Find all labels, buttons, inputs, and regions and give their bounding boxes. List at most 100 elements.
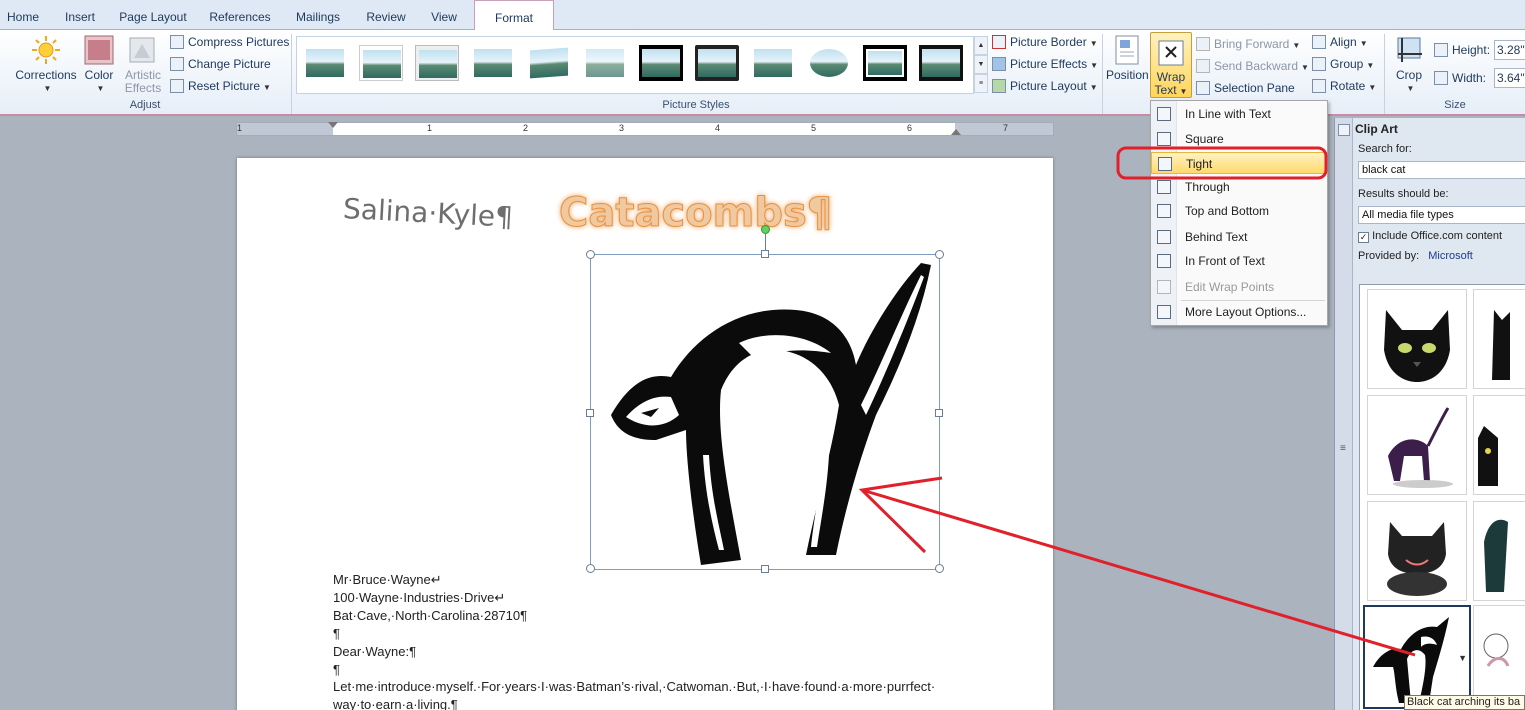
clipart-thumb-arching-cat-selected[interactable]: ▼ [1363, 605, 1471, 709]
picture-style-5[interactable] [527, 45, 571, 81]
group-divider [1102, 34, 1103, 114]
position-button[interactable]: Position [1106, 34, 1149, 82]
clipart-thumb-black-cat-sitting[interactable] [1473, 289, 1525, 389]
picture-style-9[interactable] [751, 45, 795, 81]
color-button[interactable]: Color ▼ [82, 34, 116, 95]
align-label: Align [1330, 35, 1357, 49]
clipart-thumb-purple-cat[interactable] [1367, 395, 1467, 495]
gallery-more[interactable]: ≡ [974, 74, 988, 93]
rotate-label: Rotate [1330, 79, 1366, 93]
tab-page-layout[interactable]: Page Layout [112, 0, 194, 30]
resize-handle-tl[interactable] [586, 250, 595, 259]
picture-style-3[interactable] [415, 45, 459, 81]
menu-item-in-front-of-text[interactable]: In Front of Text [1151, 250, 1327, 272]
menu-item-tight[interactable]: Tight [1151, 152, 1327, 174]
picture-layout-button[interactable]: Picture Layout ▼ [992, 76, 1098, 96]
width-input[interactable]: 3.64" [1494, 68, 1525, 88]
ruler-number: 5 [811, 123, 817, 133]
selected-picture[interactable] [586, 225, 944, 573]
artistic-effects-button[interactable]: Artistic Effects [120, 34, 166, 95]
tab-mailings[interactable]: Mailings [286, 0, 350, 30]
resize-handle-br[interactable] [935, 564, 944, 573]
resize-handle-tr[interactable] [935, 250, 944, 259]
clip-art-search-input[interactable]: black cat [1358, 161, 1525, 179]
resize-handle-tm[interactable] [761, 250, 769, 258]
selection-pane-label: Selection Pane [1214, 81, 1295, 95]
thumb-dropdown-icon[interactable]: ▼ [1458, 653, 1467, 663]
picture-style-12[interactable] [919, 45, 963, 81]
doc-line-salutation[interactable]: Dear·Wayne:¶ [333, 644, 416, 659]
menu-item-more-layout-options[interactable]: More Layout Options... [1151, 301, 1327, 323]
resize-handle-bm[interactable] [761, 565, 769, 573]
include-office-checkbox[interactable]: ✓ Include Office.com content [1358, 230, 1502, 243]
rotation-handle[interactable] [761, 225, 770, 234]
tab-insert[interactable]: Insert [52, 0, 108, 30]
color-label: Color [84, 68, 114, 82]
resize-handle-ml[interactable] [586, 409, 594, 417]
menu-item-top-and-bottom[interactable]: Top and Bottom [1151, 200, 1327, 222]
tab-view[interactable]: View [420, 0, 468, 30]
picture-style-4[interactable] [471, 45, 515, 81]
selection-pane-button[interactable]: Selection Pane [1196, 78, 1295, 98]
black-cat-picture [611, 263, 931, 565]
menu-item-in-line-with-text[interactable]: In Line with Text [1151, 103, 1327, 125]
document-page[interactable]: Salina·Kyle¶ Catacombs¶ Mr·Bruce·Wayne↵ … [237, 158, 1053, 710]
send-backward-button[interactable]: Send Backward ▼ [1196, 56, 1309, 76]
ruler-right-indent-marker[interactable] [951, 129, 961, 135]
doc-line-name[interactable]: Mr·Bruce·Wayne↵ [333, 572, 442, 588]
ruler-indent-marker[interactable] [328, 122, 338, 128]
picture-style-2[interactable] [359, 45, 403, 81]
picture-style-11[interactable] [863, 45, 907, 81]
doc-line-body[interactable]: way·to·earn·a·living.¶ [333, 697, 458, 710]
picture-effects-button[interactable]: Picture Effects ▼ [992, 54, 1098, 74]
corrections-button[interactable]: Corrections ▼ [14, 34, 78, 95]
tab-references[interactable]: References [200, 0, 280, 30]
picture-style-6[interactable] [583, 45, 627, 81]
doc-line-body[interactable]: Let·me·introduce·myself.·For·years·I·was… [333, 679, 935, 694]
picture-style-7[interactable] [639, 45, 683, 81]
doc-line-city[interactable]: Bat·Cave,·North·Carolina·28710¶ [333, 608, 527, 623]
clipart-thumb-black-cat-face[interactable] [1367, 289, 1467, 389]
crop-button[interactable]: Crop ▼ [1390, 34, 1428, 95]
doc-line-blank[interactable]: ¶ [333, 626, 340, 641]
wrap-text-button[interactable]: Wrap Text ▼ [1150, 32, 1192, 98]
menu-item-behind-text[interactable]: Behind Text [1151, 226, 1327, 248]
doc-line-blank[interactable]: ¶ [333, 662, 340, 677]
heading-salina-kyle[interactable]: Salina·Kyle¶ [342, 192, 514, 234]
menu-item-square[interactable]: Square [1151, 128, 1327, 150]
compress-pictures-button[interactable]: Compress Pictures [170, 32, 289, 52]
gallery-scroll-up[interactable]: ▲ [974, 36, 988, 55]
gallery-scroll-down[interactable]: ▼ [974, 55, 988, 74]
menu-item-through[interactable]: Through [1151, 176, 1327, 198]
pane-grip[interactable]: ≡ [1335, 118, 1353, 710]
width-field: Width: [1434, 68, 1486, 88]
provided-by-link[interactable]: Microsoft [1428, 250, 1473, 262]
picture-style-10[interactable] [807, 45, 851, 81]
align-button[interactable]: Align ▼ [1312, 32, 1368, 52]
clipart-thumb-green-cat[interactable] [1473, 501, 1525, 601]
tab-format[interactable]: Format [474, 0, 554, 31]
rotate-button[interactable]: Rotate ▼ [1312, 76, 1376, 96]
reset-picture-button[interactable]: Reset Picture ▼ [170, 76, 271, 96]
group-button[interactable]: Group ▼ [1312, 54, 1374, 74]
change-picture-button[interactable]: Change Picture [170, 54, 271, 74]
horizontal-ruler[interactable]: 1 1 2 3 4 5 6 7 [236, 122, 1054, 136]
clipart-thumb-cat-drawing[interactable] [1473, 605, 1525, 705]
picture-style-8[interactable] [695, 45, 739, 81]
media-type-select[interactable]: All media file types [1358, 206, 1525, 224]
height-input[interactable]: 3.28" [1494, 40, 1525, 60]
menu-item-edit-wrap-points[interactable]: Edit Wrap Points [1151, 276, 1327, 298]
resize-handle-mr[interactable] [935, 409, 943, 417]
tab-home[interactable]: Home [0, 0, 46, 30]
bring-forward-button[interactable]: Bring Forward ▼ [1196, 34, 1300, 54]
picture-styles-gallery[interactable] [296, 36, 974, 94]
wordart-catacombs[interactable]: Catacombs¶ [558, 190, 832, 237]
pane-icon [1338, 124, 1350, 136]
clipart-thumb-black-cat-eyes[interactable] [1473, 395, 1525, 495]
picture-style-1[interactable] [303, 45, 347, 81]
doc-line-street[interactable]: 100·Wayne·Industries·Drive↵ [333, 590, 505, 606]
resize-handle-bl[interactable] [586, 564, 595, 573]
clipart-thumb-smiling-cat[interactable] [1367, 501, 1467, 601]
picture-border-button[interactable]: Picture Border ▼ [992, 32, 1098, 52]
tab-review[interactable]: Review [358, 0, 414, 30]
